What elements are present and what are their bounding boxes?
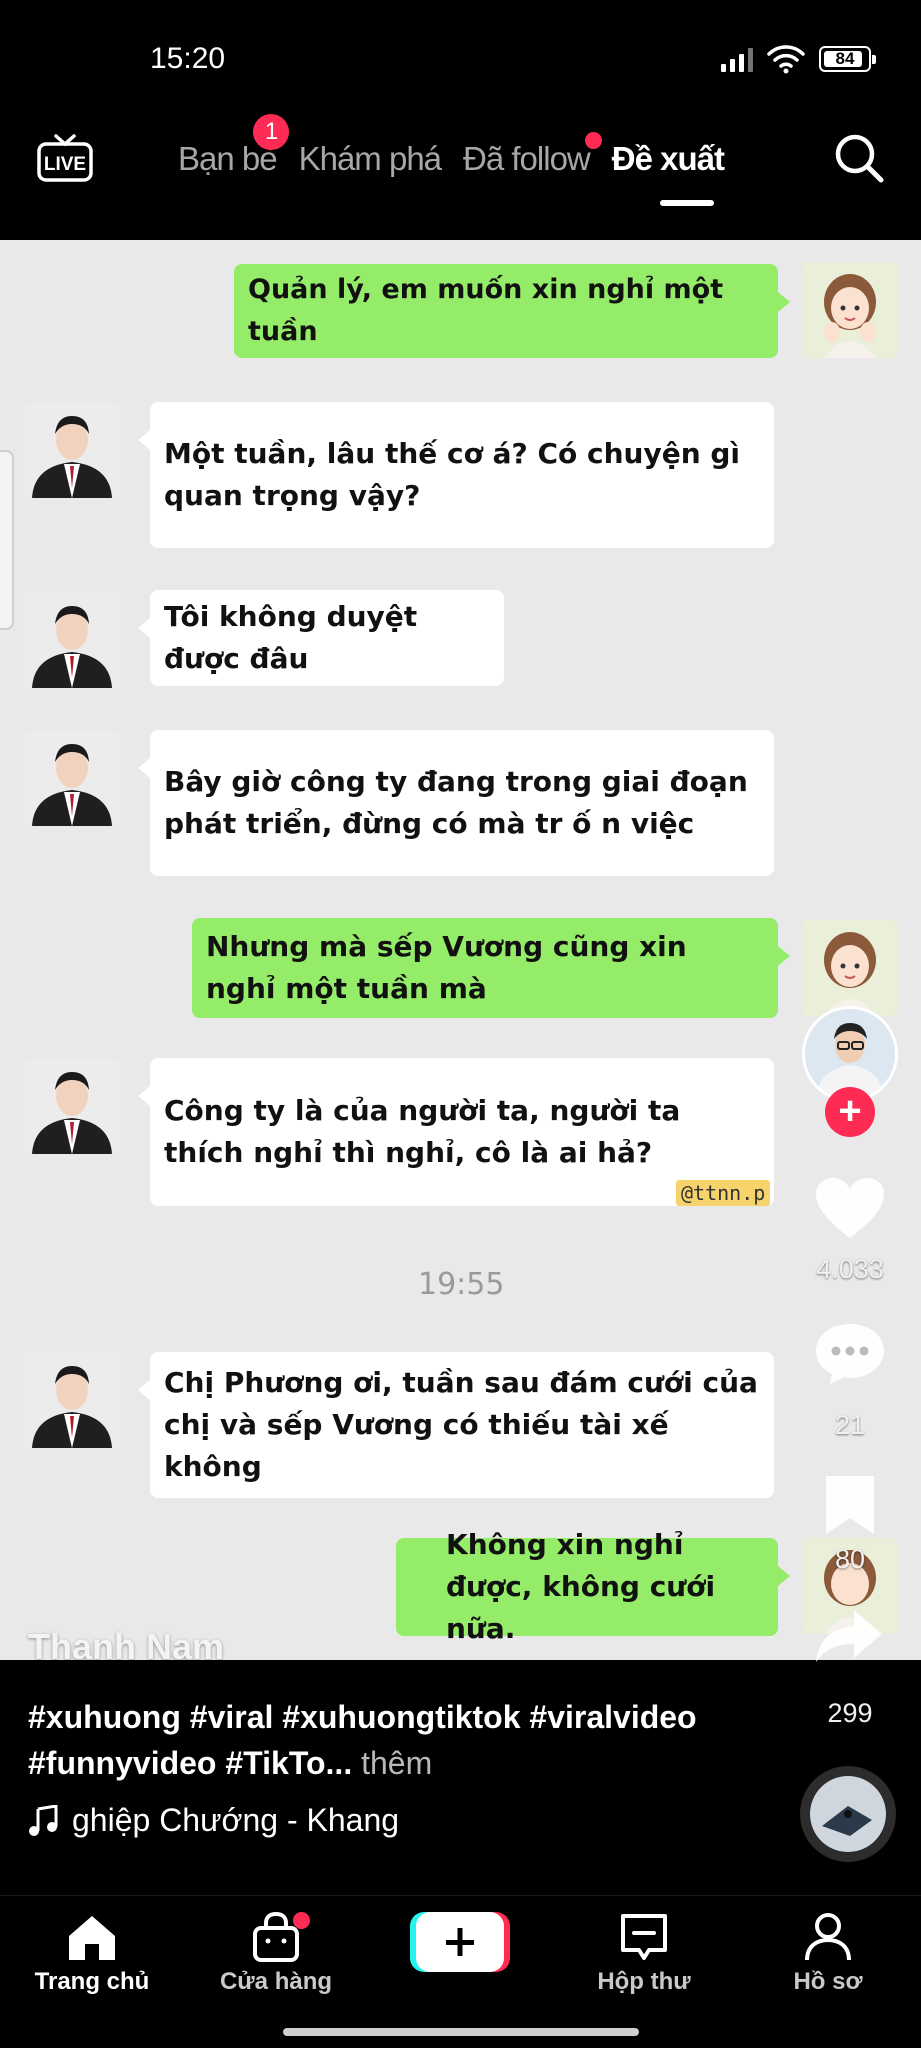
nav-tabs: Bạn bè 1 Khám phá Đã follow Đề xuất [178, 114, 725, 178]
bottom-nav: Trang chủ Cửa hàng Hộp thư Hồ sơ [0, 1895, 921, 2048]
manager-avatar-icon [24, 730, 120, 826]
battery-icon: 84 [819, 46, 876, 72]
tab-following[interactable]: Đã follow [463, 132, 602, 178]
creator-avatar-icon [805, 1009, 895, 1099]
nav-profile-label: Hồ sơ [793, 1968, 863, 1995]
avatar-manager [24, 730, 120, 826]
tab-following-label: Đã follow [463, 140, 591, 177]
battery-level: 84 [835, 49, 855, 68]
svg-text:LIVE: LIVE [44, 154, 86, 175]
music-disc[interactable] [800, 1766, 896, 1862]
nav-home-label: Trang chủ [34, 1968, 150, 1995]
chat-bubble-incoming: Chị Phương ơi, tuần sau đám cưới của chị… [138, 1352, 774, 1498]
tab-for-you[interactable]: Đề xuất [611, 140, 725, 178]
inbox-icon [621, 1914, 667, 1960]
avatar-manager [24, 402, 120, 498]
chat-timestamp: 19:55 [418, 1267, 505, 1302]
girl-avatar-icon [802, 920, 898, 1016]
avatar-manager [24, 1352, 120, 1448]
chat-bubble-incoming: Bây giờ công ty đang trong giai đoạn phá… [138, 730, 774, 876]
home-icon [69, 1916, 115, 1960]
manager-avatar-icon [24, 1352, 120, 1448]
shop-notification-dot [293, 1912, 310, 1929]
chat-bubble-outgoing: Nhưng mà sếp Vương cũng xin nghỉ một tuầ… [192, 918, 790, 1018]
video-player[interactable]: Quản lý, em muốn xin nghỉ một tuần Một t… [0, 240, 921, 1660]
create-button[interactable] [410, 1910, 510, 1974]
video-caption[interactable]: #xuhuong #viral #xuhuongtiktok #viralvid… [28, 1694, 728, 1786]
comment-count: 21 [834, 1410, 866, 1440]
active-tab-indicator [660, 200, 714, 206]
signal-icon [721, 46, 753, 72]
avatar-girl [802, 262, 898, 358]
notification-badge: 1 [253, 114, 289, 150]
search-icon[interactable] [831, 130, 887, 186]
status-bar: 15:20 84 [0, 0, 921, 110]
nav-inbox-label: Hộp thư [597, 1968, 691, 1995]
disc-cover-icon [810, 1776, 886, 1852]
author-name[interactable]: Thanh Nam [28, 1626, 224, 1668]
side-handle [0, 450, 14, 630]
wifi-icon [767, 45, 805, 74]
tab-explore[interactable]: Khám phá [298, 140, 442, 178]
watermark: @ttnn.p [676, 1180, 771, 1206]
like-count: 4.033 [816, 1254, 884, 1284]
manager-avatar-icon [24, 592, 120, 688]
message-text: Quản lý, em muốn xin nghỉ một tuần [248, 274, 724, 347]
avatar-manager [24, 592, 120, 688]
message-text: Tôi không duyệt được đâu [164, 600, 418, 675]
follow-button[interactable]: + [825, 1087, 875, 1137]
girl-avatar-icon [802, 262, 898, 358]
profile-icon [805, 1913, 851, 1961]
share-count: 299 [827, 1698, 873, 1728]
bookmark-icon[interactable] [822, 1472, 878, 1538]
message-text: Công ty là của người ta, người ta thích … [164, 1094, 681, 1169]
caption-more-link[interactable]: thêm [361, 1745, 432, 1781]
chat-bubble-outgoing: Không xin nghỉ được, không cưới nữa. [396, 1528, 790, 1645]
tab-friends[interactable]: Bạn bè 1 [178, 114, 289, 178]
message-text: Không xin nghỉ được, không cưới nữa. [446, 1528, 716, 1645]
music-note-icon [29, 1804, 58, 1836]
status-icons: 84 [721, 44, 876, 74]
nav-home[interactable]: Trang chủ [17, 1910, 167, 1996]
top-nav: LIVE Bạn bè 1 Khám phá Đã follow Đề xuất [0, 110, 921, 230]
manager-avatar-icon [24, 402, 120, 498]
live-icon[interactable]: LIVE [36, 130, 94, 186]
tab-for-you-label: Đề xuất [611, 140, 725, 177]
status-time: 15:20 [150, 42, 226, 75]
avatar-manager [24, 1058, 120, 1154]
music-info[interactable]: ghiệp Chướng - Khang [28, 1802, 399, 1839]
chat-bubble-incoming: Một tuần, lâu thế cơ á? Có chuyện gì qua… [138, 402, 774, 548]
new-content-dot [584, 132, 602, 149]
chat-bubble-outgoing: Quản lý, em muốn xin nghỉ một tuần [234, 264, 790, 358]
bookmark-count: 80 [834, 1544, 866, 1574]
home-indicator [283, 2028, 639, 2036]
share-icon[interactable] [814, 1606, 886, 1666]
chat-bubble-incoming: Tôi không duyệt được đâu [138, 590, 504, 686]
nav-profile[interactable]: Hồ sơ [753, 1910, 903, 1996]
message-text: Bây giờ công ty đang trong giai đoạn phá… [164, 765, 748, 840]
comment-icon[interactable] [814, 1320, 886, 1386]
music-title: ghiệp Chướng - Khang [72, 1802, 400, 1838]
avatar-girl [802, 920, 898, 1016]
nav-shop[interactable]: Cửa hàng [201, 1910, 351, 1996]
message-text: Nhưng mà sếp Vương cũng xin nghỉ một tuầ… [206, 930, 687, 1005]
like-icon[interactable] [814, 1176, 886, 1242]
nav-inbox[interactable]: Hộp thư [569, 1910, 719, 1996]
manager-avatar-icon [24, 1058, 120, 1154]
nav-shop-label: Cửa hàng [219, 1968, 333, 1995]
message-text: Một tuần, lâu thế cơ á? Có chuyện gì qua… [164, 437, 741, 512]
message-text: Chị Phương ơi, tuần sau đám cưới của chị… [164, 1366, 758, 1483]
tab-explore-label: Khám phá [298, 140, 442, 177]
